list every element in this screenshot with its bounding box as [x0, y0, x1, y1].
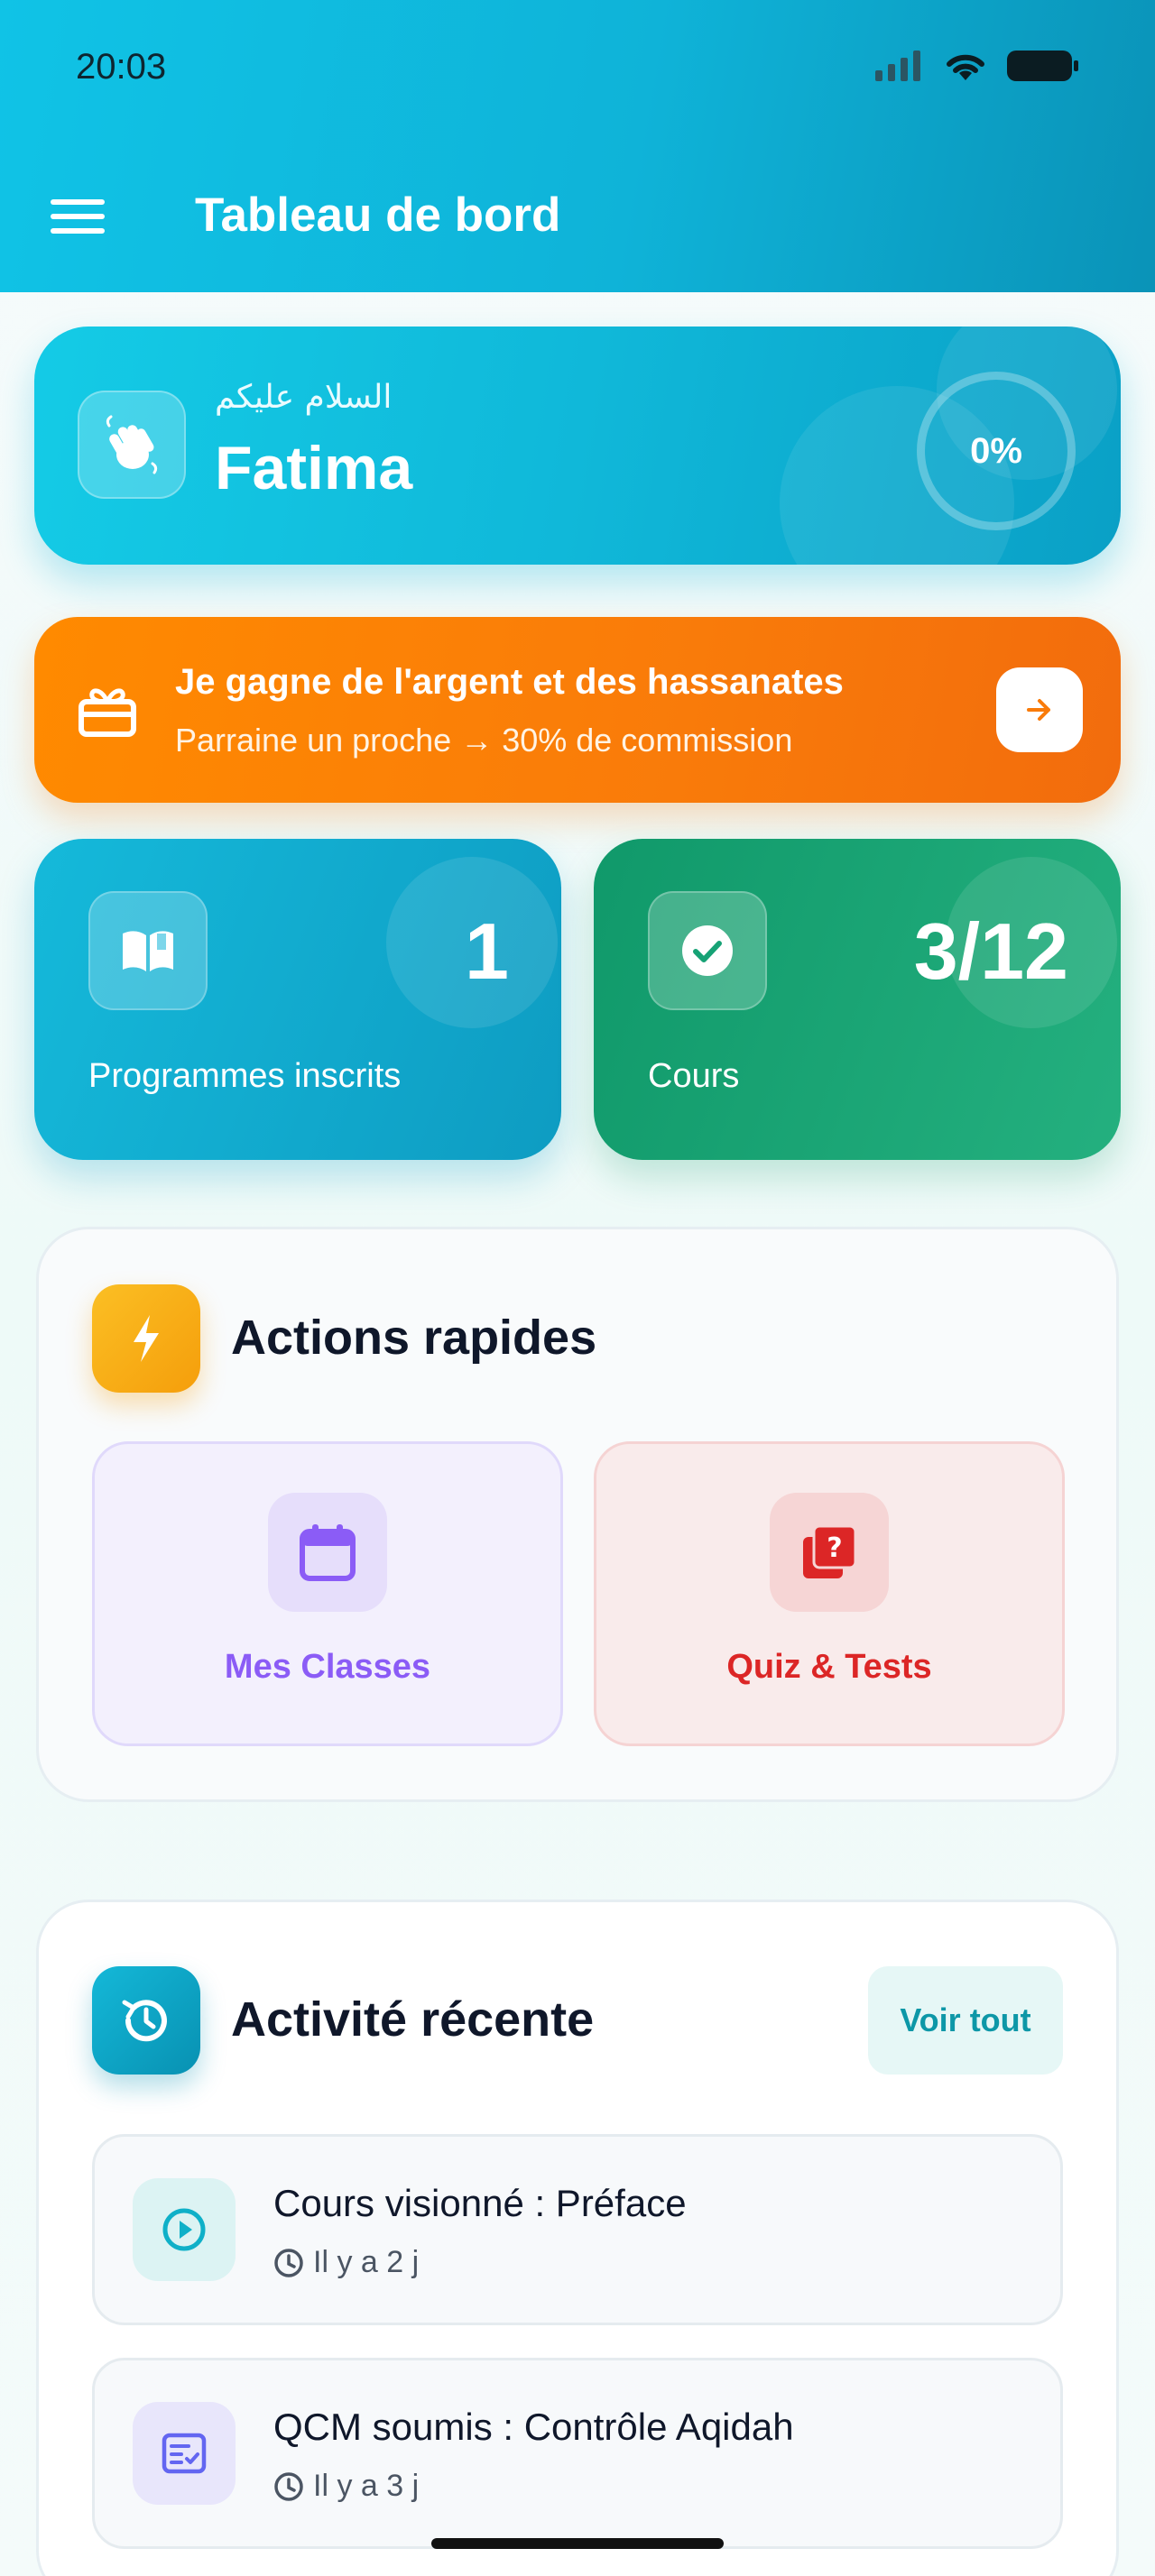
activity-icon-box [133, 2178, 236, 2281]
qa-icon-box: ? [770, 1493, 889, 1612]
menu-line [51, 199, 105, 205]
arrow-right-icon [1027, 699, 1050, 721]
qa-icon-box [268, 1493, 387, 1612]
page-title: Tableau de bord [195, 189, 561, 242]
see-all-button[interactable]: Voir tout [868, 1966, 1063, 2075]
calendar-icon [300, 1524, 356, 1581]
quiz-icon: ? [803, 1524, 857, 1578]
history-icon [122, 2000, 167, 2042]
referral-subtitle: Parraine un proche → 30% de commission [175, 722, 793, 759]
lightning-icon [134, 1315, 159, 1362]
stat-icon-box [88, 891, 208, 1010]
referral-title: Je gagne de l'argent et des hassanates [175, 662, 844, 702]
stat-icon-box [648, 891, 767, 1010]
wave-icon-box [78, 391, 186, 499]
stat-label: Programmes inscrits [88, 1057, 402, 1095]
play-circle-icon [162, 2208, 206, 2251]
progress-value: 0% [970, 430, 1022, 471]
activity-title: QCM soumis : Contrôle Aqidah [273, 2406, 794, 2448]
activity-item[interactable]: QCM soumis : Contrôle Aqidah Il y a 3 j [92, 2358, 1063, 2549]
wifi-icon [947, 54, 984, 80]
waving-hand-icon [106, 415, 158, 474]
progress-ring: 0% [917, 372, 1076, 530]
activity-icon-box [133, 2402, 236, 2505]
quick-actions-icon-box [92, 1284, 200, 1393]
status-bar: 20:03 [0, 0, 1155, 135]
recent-activity-icon-box [92, 1966, 200, 2075]
home-indicator [431, 2538, 724, 2549]
activity-item[interactable]: Cours visionné : Préface Il y a 2 j [92, 2134, 1063, 2325]
quick-action-quiz[interactable]: ? Quiz & Tests [594, 1441, 1065, 1746]
open-book-icon [123, 931, 173, 971]
checklist-icon [162, 2433, 207, 2474]
quick-actions-title: Actions rapides [231, 1311, 597, 1365]
menu-line [51, 228, 105, 234]
stat-value: 3/12 [913, 906, 1068, 996]
status-time: 20:03 [76, 47, 167, 87]
activity-time-text: Il y a 2 j [313, 2245, 420, 2279]
stat-label: Cours [648, 1057, 740, 1095]
check-circle-icon [682, 925, 733, 976]
activity-time: Il y a 2 j [273, 2245, 419, 2280]
gift-icon [79, 688, 136, 737]
greeting-text: السلام عليكم [215, 379, 393, 416]
quick-action-classes[interactable]: Mes Classes [92, 1441, 563, 1746]
referral-arrow-button[interactable] [996, 667, 1083, 752]
menu-line [51, 214, 105, 219]
user-name: Fatima [215, 434, 413, 502]
recent-activity-title: Activité récente [231, 1992, 595, 2047]
activity-title: Cours visionné : Préface [273, 2182, 687, 2224]
activity-time: Il y a 3 j [273, 2469, 419, 2504]
menu-button[interactable] [47, 189, 108, 244]
clock-icon [274, 2248, 303, 2277]
signal-icon [875, 51, 920, 81]
stat-value: 1 [465, 906, 509, 996]
battery-icon [1007, 51, 1078, 81]
svg-text:?: ? [827, 1532, 842, 1564]
activity-time-text: Il y a 3 j [313, 2469, 420, 2503]
qa-label: Mes Classes [224, 1648, 431, 1686]
clock-icon [274, 2471, 303, 2501]
qa-label: Quiz & Tests [726, 1648, 932, 1686]
referral-banner[interactable] [34, 617, 1121, 803]
status-icons [875, 49, 1079, 83]
